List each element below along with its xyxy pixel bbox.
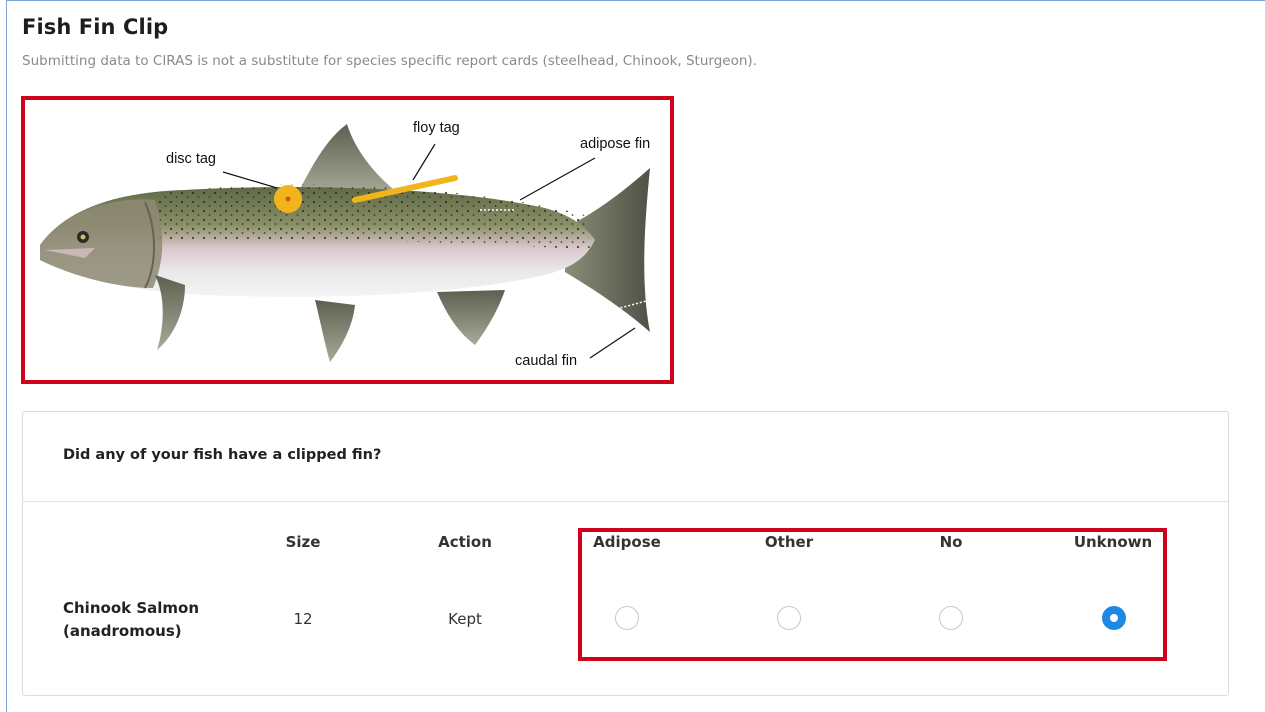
action-value: Kept <box>448 610 482 628</box>
radio-no[interactable] <box>939 606 963 630</box>
fish-illustration <box>40 124 651 362</box>
adipose-fin-label: adipose fin <box>580 136 651 152</box>
column-header-other: Other <box>764 533 814 551</box>
radio-other[interactable] <box>777 606 801 630</box>
species-name-line1: Chinook Salmon <box>63 599 199 617</box>
radio-adipose[interactable] <box>615 606 639 630</box>
section-title: Fish Fin Clip <box>22 15 169 39</box>
column-header-no: No <box>939 533 963 551</box>
card-divider <box>23 501 1228 502</box>
fish-diagram: disc tag floy tag adipose fin caudal fin <box>21 96 674 384</box>
column-header-adipose: Adipose <box>593 533 661 551</box>
species-name: Chinook Salmon (anadromous) <box>63 597 199 643</box>
fin-clip-card: Did any of your fish have a clipped fin?… <box>22 411 1229 696</box>
section-subtitle: Submitting data to CIRAS is not a substi… <box>22 53 757 69</box>
radio-unknown[interactable] <box>1102 606 1126 630</box>
column-header-unknown: Unknown <box>1073 533 1153 551</box>
disc-tag-label: disc tag <box>166 151 216 167</box>
species-name-line2: (anadromous) <box>63 622 182 640</box>
size-value: 12 <box>293 610 313 628</box>
fin-clip-question: Did any of your fish have a clipped fin? <box>63 447 382 463</box>
column-header-action: Action <box>438 533 492 551</box>
column-header-size: Size <box>285 533 321 551</box>
floy-tag-label: floy tag <box>413 120 460 136</box>
caudal-fin-label: caudal fin <box>515 353 578 369</box>
